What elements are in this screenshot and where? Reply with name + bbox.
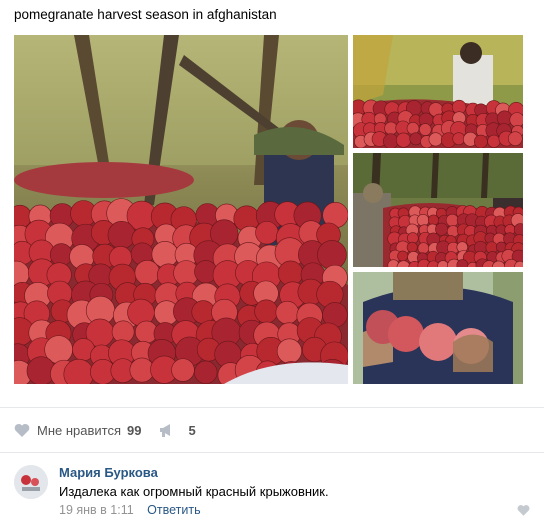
share-count: 5 (188, 422, 196, 438)
comment-text: Издалека как огромный красный крыжовник. (59, 484, 329, 499)
divider (0, 407, 544, 408)
reply-button[interactable]: Ответить (147, 503, 200, 517)
post-text: pomegranate harvest season in afghanista… (14, 7, 277, 22)
divider (0, 452, 544, 453)
photo-bot-right[interactable] (353, 272, 523, 384)
photo-main[interactable] (14, 35, 348, 384)
comment-date[interactable]: 19 янв в 1:11 (59, 503, 134, 517)
post-actions: Мне нравится 99 5 (14, 419, 214, 441)
heart-icon (14, 423, 30, 437)
heart-icon (517, 505, 530, 516)
comment: Мария Буркова Издалека как огромный крас… (14, 463, 530, 523)
photo-top-right[interactable] (353, 35, 523, 148)
like-label: Мне нравится (37, 422, 122, 438)
megaphone-icon (160, 424, 171, 437)
comment-like-button[interactable] (517, 503, 530, 521)
share-button[interactable]: 5 (159, 422, 196, 438)
like-button[interactable]: Мне нравится 99 (14, 423, 141, 438)
comment-author[interactable]: Мария Буркова (59, 465, 158, 480)
comment-meta: 19 янв в 1:11 Ответить (59, 503, 201, 517)
like-count: 99 (127, 422, 142, 438)
avatar[interactable] (14, 465, 48, 499)
photo-mid-right[interactable] (353, 153, 523, 267)
